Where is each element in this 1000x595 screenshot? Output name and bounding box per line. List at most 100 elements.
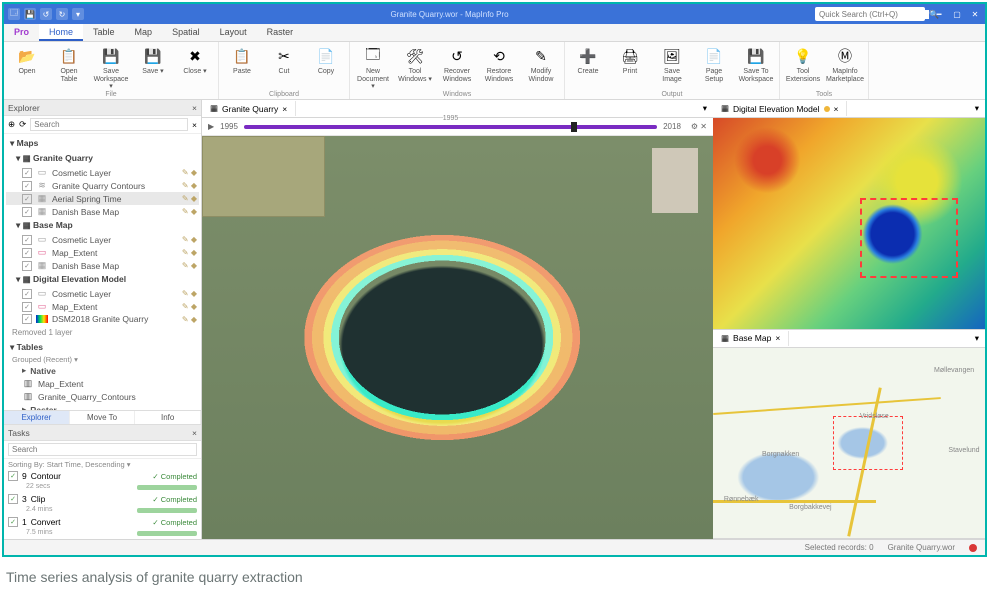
close-icon[interactable]: × bbox=[775, 333, 780, 343]
refresh-icon[interactable]: ⟳ bbox=[19, 119, 26, 130]
layer-item[interactable]: ✓▭Map_Extent✎ ◆ bbox=[6, 246, 199, 259]
ribbon-button[interactable]: 💡Tool Extensions bbox=[786, 44, 820, 83]
minimize-button[interactable]: ━ bbox=[933, 10, 945, 19]
checkbox[interactable]: ✓ bbox=[22, 181, 32, 191]
play-icon[interactable]: ▶ bbox=[208, 122, 214, 131]
layer-tools[interactable]: ✎ ◆ bbox=[182, 248, 197, 257]
base-map[interactable]: Møllevangen Stavelund Vridsløse Rønnebæk… bbox=[713, 348, 985, 538]
task-row[interactable]: ✓1Convert✓ Completed bbox=[4, 516, 201, 528]
main-map-view[interactable] bbox=[202, 136, 713, 539]
ribbon-button[interactable]: ➕Create bbox=[571, 44, 605, 76]
task-checkbox[interactable]: ✓ bbox=[8, 494, 18, 504]
basemap-tab[interactable]: ▦ Base Map × bbox=[713, 331, 789, 346]
task-row[interactable]: ✓9Contour✓ Completed bbox=[4, 470, 201, 482]
ribbon-button[interactable]: 🛠Tool Windows ▾ bbox=[398, 44, 432, 83]
ribbon-button[interactable]: 📂Open bbox=[10, 44, 44, 76]
ribbon-button[interactable]: ⟲Restore Windows bbox=[482, 44, 516, 83]
tab-layout[interactable]: Layout bbox=[210, 24, 257, 41]
checkbox[interactable]: ✓ bbox=[22, 207, 32, 217]
chevron-down-icon[interactable]: ▾ bbox=[969, 333, 985, 344]
ribbon-button[interactable]: 💾Save Workspace ▾ bbox=[94, 44, 128, 91]
qat-icon[interactable]: ↻ bbox=[56, 8, 68, 20]
close-icon[interactable]: × bbox=[192, 428, 197, 438]
tree-section[interactable]: ▾ Maps bbox=[6, 136, 199, 151]
layer-tools[interactable]: ✎ ◆ bbox=[182, 235, 197, 244]
layer-item[interactable]: ✓▭Map_Extent✎ ◆ bbox=[6, 300, 199, 313]
ribbon-button[interactable]: 🖨Print bbox=[613, 44, 647, 76]
layer-tools[interactable]: ✎ ◆ bbox=[182, 207, 197, 216]
tab-pro[interactable]: Pro bbox=[4, 24, 39, 41]
ribbon-button[interactable]: 📋Paste bbox=[225, 44, 259, 76]
tab-spatial[interactable]: Spatial bbox=[162, 24, 210, 41]
tab-table[interactable]: Table bbox=[83, 24, 125, 41]
ribbon-button[interactable]: ✎Modify Window bbox=[524, 44, 558, 83]
tree-group[interactable]: ▾ ▦ Digital Elevation Model bbox=[6, 272, 199, 287]
layer-tools[interactable]: ✎ ◆ bbox=[182, 181, 197, 190]
tree-group[interactable]: ▾ ▦ Base Map bbox=[6, 218, 199, 233]
ribbon-button[interactable]: 📄Page Setup bbox=[697, 44, 731, 83]
layer-item[interactable]: ✓▭Cosmetic Layer✎ ◆ bbox=[6, 287, 199, 300]
left-tab-explorer[interactable]: Explorer bbox=[4, 411, 70, 424]
ribbon-button[interactable]: ↺Recover Windows bbox=[440, 44, 474, 83]
close-button[interactable]: ✕ bbox=[969, 10, 981, 19]
table-group[interactable]: ▸ Native bbox=[6, 364, 199, 377]
ribbon-button[interactable]: ✂Cut bbox=[267, 44, 301, 76]
layer-tools[interactable]: ✎ ◆ bbox=[182, 194, 197, 203]
doc-tab-main[interactable]: ▦ Granite Quarry × bbox=[202, 101, 296, 116]
checkbox[interactable]: ✓ bbox=[22, 248, 32, 258]
task-checkbox[interactable]: ✓ bbox=[8, 517, 18, 527]
quick-search[interactable]: 🔍 bbox=[815, 7, 925, 21]
layer-item[interactable]: ✓▦Aerial Spring Time✎ ◆ bbox=[6, 192, 199, 205]
layer-tools[interactable]: ✎ ◆ bbox=[182, 168, 197, 177]
left-tab-move[interactable]: Move To bbox=[70, 411, 136, 424]
table-group[interactable]: ▸ Raster bbox=[6, 403, 199, 410]
chevron-down-icon[interactable]: ▾ bbox=[969, 103, 985, 114]
checkbox[interactable]: ✓ bbox=[22, 302, 32, 312]
task-checkbox[interactable]: ✓ bbox=[8, 471, 18, 481]
ribbon-button[interactable]: ⓂMapInfo Marketplace bbox=[828, 44, 862, 83]
timeline-track[interactable]: 1995 bbox=[244, 125, 657, 129]
quick-search-input[interactable] bbox=[819, 10, 929, 19]
qat-icon[interactable]: 🗔 bbox=[8, 8, 20, 20]
layer-tools[interactable]: ✎ ◆ bbox=[182, 261, 197, 270]
tables-grouping[interactable]: Grouped (Recent) ▾ bbox=[6, 355, 199, 364]
dem-tab[interactable]: ▦ Digital Elevation Model × bbox=[713, 101, 847, 116]
layer-item[interactable]: ✓▦Danish Base Map✎ ◆ bbox=[6, 205, 199, 218]
tab-map[interactable]: Map bbox=[125, 24, 163, 41]
qat-icon[interactable]: ↺ bbox=[40, 8, 52, 20]
checkbox[interactable]: ✓ bbox=[22, 194, 32, 204]
tab-raster[interactable]: Raster bbox=[257, 24, 304, 41]
checkbox[interactable]: ✓ bbox=[22, 168, 32, 178]
tables-section[interactable]: ▾ Tables bbox=[6, 340, 199, 355]
ribbon-button[interactable]: 🗔New Document ▾ bbox=[356, 44, 390, 91]
layer-tools[interactable]: ✎ ◆ bbox=[182, 302, 197, 311]
layer-item[interactable]: ✓▭Cosmetic Layer✎ ◆ bbox=[6, 166, 199, 179]
collapse-icon[interactable]: ⊕ bbox=[8, 119, 15, 130]
task-row[interactable]: ✓3Clip✓ Completed bbox=[4, 493, 201, 505]
layer-item[interactable]: ✓DSM2018 Granite Quarry✎ ◆ bbox=[6, 313, 199, 325]
layer-item[interactable]: ✓≋Granite Quarry Contours✎ ◆ bbox=[6, 179, 199, 192]
tree-group[interactable]: ▾ ▦ Granite Quarry bbox=[6, 151, 199, 166]
explorer-search-input[interactable] bbox=[30, 118, 188, 131]
tab-home[interactable]: Home bbox=[39, 24, 83, 41]
table-item[interactable]: ▥Granite_Quarry_Contours bbox=[6, 390, 199, 403]
tasks-search-input[interactable] bbox=[8, 443, 197, 456]
ribbon-button[interactable]: ✖Close ▾ bbox=[178, 44, 212, 76]
layer-tools[interactable]: ✎ ◆ bbox=[182, 289, 197, 298]
tasks-sorting[interactable]: Sorting By: Start Time, Descending ▾ bbox=[4, 459, 201, 470]
checkbox[interactable]: ✓ bbox=[22, 261, 32, 271]
close-icon[interactable]: × bbox=[192, 103, 197, 113]
checkbox[interactable]: ✓ bbox=[22, 314, 32, 324]
layer-item[interactable]: ✓▦Danish Base Map✎ ◆ bbox=[6, 259, 199, 272]
ribbon-button[interactable]: 📋Open Table bbox=[52, 44, 86, 83]
timeline-settings-icon[interactable]: ⚙ ✕ bbox=[691, 122, 707, 131]
layer-item[interactable]: ✓▭Cosmetic Layer✎ ◆ bbox=[6, 233, 199, 246]
ribbon-button[interactable]: 💾Save ▾ bbox=[136, 44, 170, 76]
table-item[interactable]: ▥Map_Extent bbox=[6, 377, 199, 390]
dem-map[interactable] bbox=[713, 118, 985, 329]
chevron-down-icon[interactable]: ▾ bbox=[697, 103, 713, 114]
ribbon-button[interactable]: 🖼Save Image bbox=[655, 44, 689, 83]
ribbon-button[interactable]: 📄Copy bbox=[309, 44, 343, 76]
layer-tools[interactable]: ✎ ◆ bbox=[182, 315, 197, 324]
maximize-button[interactable]: ▢ bbox=[951, 10, 963, 19]
